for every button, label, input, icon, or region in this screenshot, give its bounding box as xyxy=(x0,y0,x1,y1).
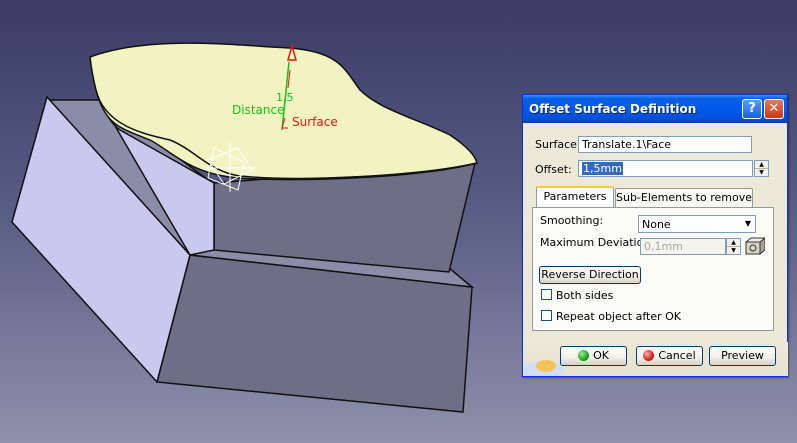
ok-button[interactable]: OK xyxy=(560,346,627,366)
surface-label: Surface xyxy=(292,115,338,129)
dialog-titlebar[interactable]: Offset Surface Definition ? ✕ xyxy=(523,95,787,123)
surface-field[interactable]: Translate.1\Face xyxy=(578,136,752,153)
repeat-object-checkbox[interactable] xyxy=(541,310,552,321)
preview-button[interactable]: Preview xyxy=(709,346,776,366)
close-button[interactable]: ✕ xyxy=(764,99,784,119)
tab-sub-elements[interactable]: Sub-Elements to remove xyxy=(615,188,753,208)
smoothing-dropdown[interactable]: None ▼ xyxy=(638,215,756,233)
smoothing-value: None xyxy=(642,218,671,231)
ok-label: OK xyxy=(593,349,609,362)
chevron-down-icon[interactable]: ▼ xyxy=(741,216,755,232)
distance-label: Distance xyxy=(232,103,284,117)
offset-input[interactable]: 1,5mm xyxy=(578,160,753,177)
ok-icon xyxy=(578,350,590,361)
smoothing-label: Smoothing: xyxy=(540,214,604,227)
offset-value: 1,5mm xyxy=(582,162,623,175)
max-deviation-spinner[interactable]: ▲ ▼ xyxy=(726,238,741,255)
cancel-label: Cancel xyxy=(658,349,696,362)
tab-parameters[interactable]: Parameters xyxy=(536,186,614,208)
spinner-up-icon[interactable]: ▲ xyxy=(755,161,768,169)
max-deviation-label: Maximum Deviation: xyxy=(540,236,655,249)
spinner-down-icon[interactable]: ▼ xyxy=(755,169,768,176)
dialog-title: Offset Surface Definition xyxy=(529,102,697,116)
spinner-up-icon[interactable]: ▲ xyxy=(727,239,740,247)
repeat-object-label: Repeat object after OK xyxy=(556,310,682,323)
max-deviation-field[interactable]: 0,1mm xyxy=(640,238,726,255)
cancel-button[interactable]: Cancel xyxy=(636,346,703,366)
both-sides-checkbox[interactable] xyxy=(541,289,552,300)
cancel-icon xyxy=(643,350,655,361)
catia-logo-icon xyxy=(524,360,564,376)
offset-label-text: Offset: xyxy=(535,163,572,176)
help-button[interactable]: ? xyxy=(742,99,762,119)
offset-spinner[interactable]: ▲ ▼ xyxy=(754,160,769,177)
spinner-down-icon[interactable]: ▼ xyxy=(727,247,740,254)
reverse-direction-button[interactable]: Reverse Direction xyxy=(539,266,641,284)
both-sides-label: Both sides xyxy=(556,289,614,302)
surface-label-text: Surface: xyxy=(535,138,581,151)
deviation-tool-icon[interactable] xyxy=(743,236,767,257)
